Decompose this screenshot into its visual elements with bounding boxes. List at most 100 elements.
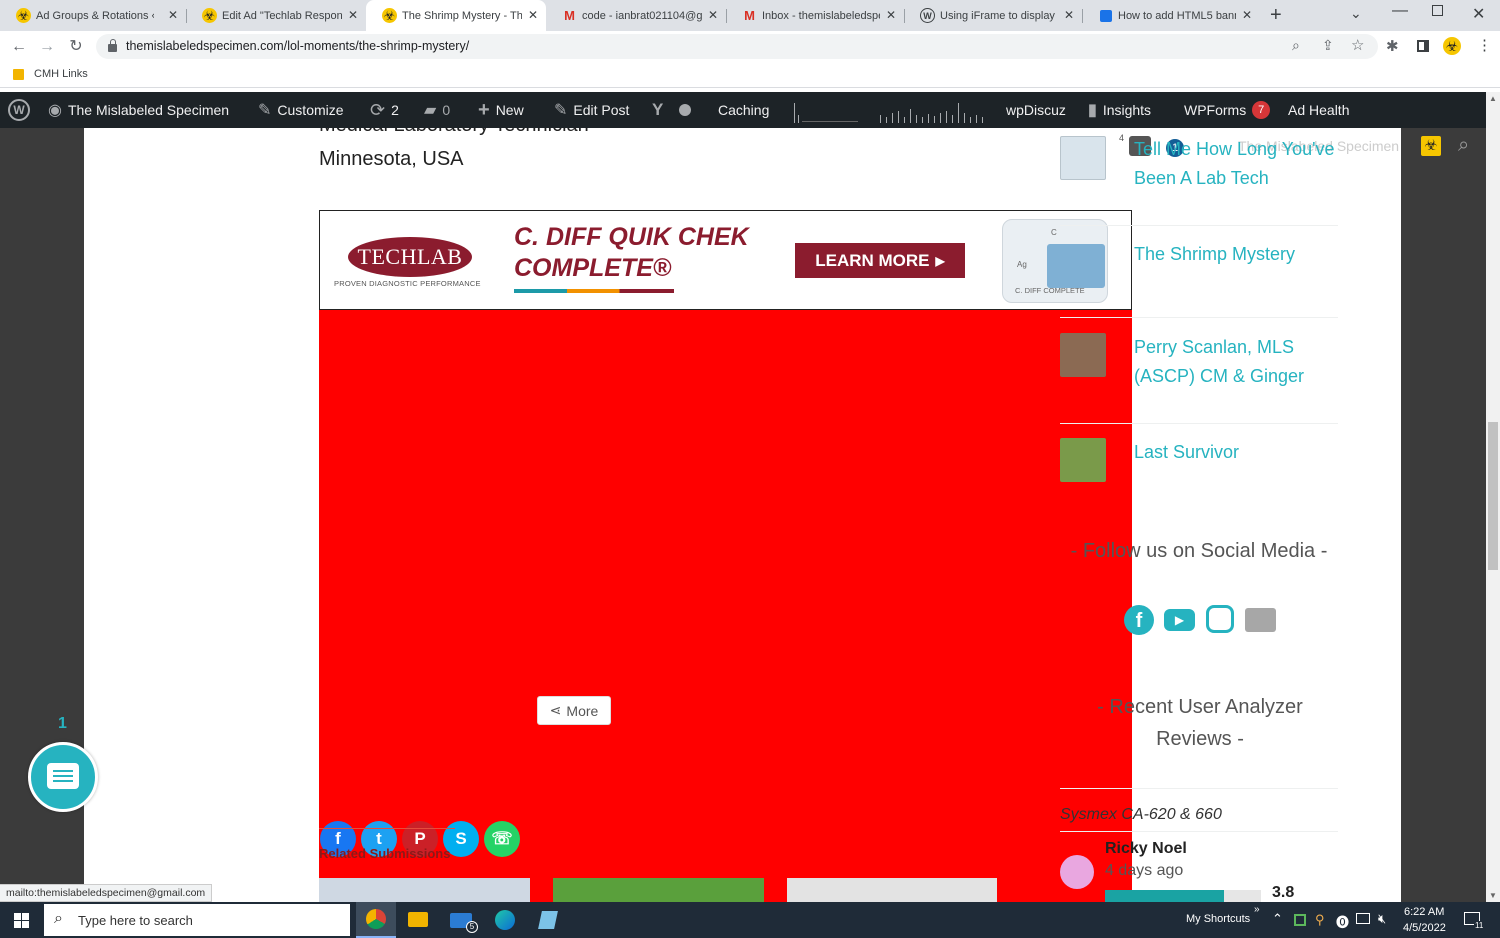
reload-button[interactable]: ↻ bbox=[65, 36, 87, 58]
extensions-icon[interactable]: ✱ bbox=[1386, 37, 1399, 55]
post-thumb-perry[interactable] bbox=[1060, 333, 1106, 377]
sidebar-post-1[interactable]: Tell Me How Long You've Been A Lab Tech bbox=[1134, 135, 1339, 193]
admin-new[interactable]: + New bbox=[478, 92, 524, 128]
close-tab-icon[interactable]: ✕ bbox=[168, 8, 178, 22]
review-score-bar bbox=[1105, 890, 1261, 902]
tab-edit-ad[interactable]: ☣ Edit Ad "Techlab Respons ✕ bbox=[186, 0, 366, 31]
taskbar-search-box[interactable]: ⌕ Type here to search bbox=[44, 904, 350, 936]
tray-usb-icon[interactable]: ⚲ bbox=[1315, 912, 1325, 928]
tab-gmail-code[interactable]: M code - ianbrat021104@gr ✕ bbox=[546, 0, 726, 31]
share-whatsapp-button[interactable]: ☏ bbox=[484, 821, 520, 857]
back-button[interactable]: ← bbox=[8, 36, 30, 58]
share-icon: ⋖ bbox=[549, 702, 562, 718]
chat-widget-button[interactable] bbox=[28, 742, 98, 812]
facebook-follow-icon[interactable]: f bbox=[1124, 605, 1154, 635]
header-biohazard-icon[interactable]: ☣ bbox=[1421, 136, 1441, 156]
instagram-follow-icon[interactable] bbox=[1206, 605, 1234, 633]
scroll-up-arrow[interactable]: ▲ bbox=[1489, 94, 1497, 103]
minimize-button[interactable]: — bbox=[1392, 2, 1408, 20]
related-thumb-2[interactable] bbox=[553, 878, 764, 902]
status-bar-url: mailto:themislabeledspecimen@gmail.com bbox=[0, 884, 213, 902]
new-tab-button[interactable]: + bbox=[1270, 4, 1282, 26]
reviewer-name: Ricky Noel bbox=[1105, 840, 1187, 857]
maximize-button[interactable] bbox=[1432, 5, 1443, 16]
bookmark-star-icon[interactable]: ☆ bbox=[1351, 36, 1364, 54]
youtube-follow-icon[interactable]: ▶ bbox=[1164, 609, 1195, 631]
close-window-button[interactable]: ✕ bbox=[1472, 4, 1485, 24]
related-thumb-1[interactable] bbox=[319, 878, 530, 902]
file-explorer-icon[interactable] bbox=[408, 912, 428, 927]
post-thumb-lab-tech[interactable] bbox=[1060, 136, 1106, 180]
admin-updates[interactable]: ⟳ 2 bbox=[370, 92, 399, 128]
address-bar[interactable]: themislabeledspecimen.com/lol-moments/th… bbox=[96, 34, 1378, 59]
url-text[interactable]: themislabeledspecimen.com/lol-moments/th… bbox=[126, 39, 469, 53]
tray-chevron-icon[interactable]: ⌃ bbox=[1272, 911, 1283, 927]
post-thumb-last-survivor[interactable] bbox=[1060, 438, 1106, 482]
reviews-heading-line2: Reviews - bbox=[1156, 728, 1244, 750]
menu-dots-icon[interactable]: ⋮ bbox=[1477, 36, 1492, 54]
admin-customize[interactable]: ✎ Customize bbox=[258, 92, 344, 128]
sidebar-post-3[interactable]: Perry Scanlan, MLS (ASCP) CM & Ginger bbox=[1134, 333, 1334, 391]
stats-sparkline-1[interactable] bbox=[792, 92, 858, 128]
tray-app-icon[interactable] bbox=[1294, 914, 1306, 926]
share-icon[interactable]: ⇪ bbox=[1322, 37, 1334, 54]
share-more-button[interactable]: ⋖ More bbox=[537, 696, 611, 725]
admin-edit-post[interactable]: ✎ Edit Post bbox=[554, 92, 629, 128]
close-tab-icon[interactable]: ✕ bbox=[708, 8, 718, 22]
biohazard-icon: ☣ bbox=[382, 8, 397, 23]
learn-more-button[interactable]: LEARN MORE ▶ bbox=[795, 243, 965, 278]
close-tab-icon[interactable]: ✕ bbox=[1242, 8, 1252, 22]
review-analyzer[interactable]: Sysmex CA-620 & 660 bbox=[1060, 806, 1222, 824]
search-icon[interactable]: ⌕ bbox=[1458, 134, 1469, 157]
admin-wpforms[interactable]: WPForms 7 bbox=[1184, 92, 1271, 128]
sidebar-post-2[interactable]: The Shrimp Mystery bbox=[1134, 240, 1339, 269]
updates-icon: ⟳ bbox=[370, 99, 386, 120]
tab-ad-groups[interactable]: ☣ Ad Groups & Rotations ‹ T ✕ bbox=[0, 0, 186, 31]
zoom-icon[interactable]: ⌕ bbox=[1292, 37, 1300, 54]
tab-iframe[interactable]: W Using iFrame to display H ✕ bbox=[904, 0, 1082, 31]
related-thumb-3[interactable] bbox=[787, 878, 997, 902]
bookmark-cmh-links[interactable]: CMH Links bbox=[34, 68, 88, 80]
admin-caching[interactable]: Caching bbox=[718, 92, 769, 128]
admin-insights[interactable]: ▮ Insights bbox=[1088, 92, 1151, 128]
tray-help-icon[interactable]: ⓿ bbox=[1336, 912, 1349, 931]
taskbar-search-placeholder: Type here to search bbox=[78, 913, 193, 928]
edge-taskbar-icon[interactable] bbox=[495, 910, 515, 930]
notepad-taskbar-icon[interactable] bbox=[538, 911, 558, 929]
clock-time[interactable]: 6:22 AM bbox=[1404, 906, 1444, 918]
volume-muted-icon[interactable]: 🔇︎ bbox=[1378, 911, 1386, 927]
forward-button[interactable]: → bbox=[36, 36, 58, 58]
windows-start-icon[interactable] bbox=[14, 913, 29, 928]
sidebar-post-4[interactable]: Last Survivor bbox=[1134, 438, 1339, 467]
my-shortcuts-toolbar[interactable]: My Shortcuts bbox=[1186, 913, 1250, 925]
admin-comments[interactable]: ▰ 0 bbox=[424, 92, 450, 128]
tab-html5-banner[interactable]: How to add HTML5 bann ✕ bbox=[1082, 0, 1260, 31]
side-panel-icon[interactable] bbox=[1417, 40, 1429, 52]
page-scrollbar[interactable]: ▲ ▼ bbox=[1486, 92, 1500, 902]
techlab-ad-banner[interactable]: TECHLAB PROVEN DIAGNOSTIC PERFORMANCE C.… bbox=[319, 210, 1132, 310]
lock-icon[interactable] bbox=[108, 44, 117, 52]
close-tab-icon[interactable]: ✕ bbox=[886, 8, 896, 22]
profile-biohazard-icon[interactable]: ☣ bbox=[1443, 37, 1461, 55]
related-divider bbox=[319, 828, 455, 829]
admin-wpdiscuz[interactable]: wpDiscuz bbox=[1006, 92, 1066, 128]
close-tab-icon[interactable]: ✕ bbox=[1064, 8, 1074, 22]
tab-gmail-inbox[interactable]: M Inbox - themislabeledspe ✕ bbox=[726, 0, 904, 31]
scroll-thumb[interactable] bbox=[1488, 422, 1498, 570]
scroll-down-arrow[interactable]: ▼ bbox=[1489, 891, 1497, 900]
yoast-icon[interactable]: Y bbox=[652, 92, 692, 128]
clock-date[interactable]: 4/5/2022 bbox=[1403, 922, 1446, 934]
close-tab-icon[interactable]: ✕ bbox=[528, 8, 538, 22]
admin-site-name[interactable]: ◉ The Mislabeled Specimen bbox=[48, 92, 229, 128]
wordpress-logo-icon[interactable]: W bbox=[8, 92, 30, 128]
chrome-taskbar-icon[interactable] bbox=[356, 902, 396, 938]
tab-shrimp-mystery[interactable]: ☣ The Shrimp Mystery - The ✕ bbox=[366, 0, 546, 31]
tab-search-icon[interactable]: ⌄ bbox=[1350, 5, 1362, 22]
stats-sparkline-2[interactable] bbox=[880, 92, 990, 128]
close-tab-icon[interactable]: ✕ bbox=[348, 8, 358, 22]
network-icon[interactable] bbox=[1356, 913, 1370, 924]
shortcuts-expand-icon[interactable]: » bbox=[1254, 904, 1260, 915]
admin-ad-health[interactable]: Ad Health bbox=[1288, 92, 1349, 128]
email-follow-icon[interactable] bbox=[1245, 608, 1276, 632]
techlab-tagline: PROVEN DIAGNOSTIC PERFORMANCE bbox=[334, 279, 481, 288]
